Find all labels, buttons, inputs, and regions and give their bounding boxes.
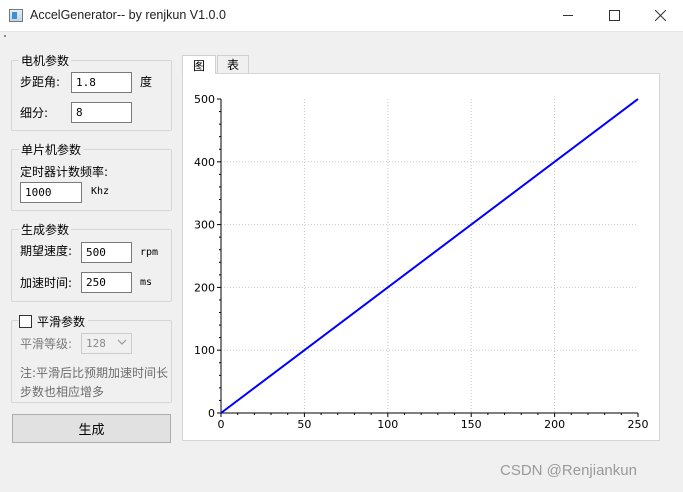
accel-time-input[interactable] [81,272,132,293]
gen-params-title: 生成参数 [19,221,72,238]
speed-input[interactable] [81,242,132,263]
close-button[interactable] [637,0,683,31]
step-angle-unit: 度 [140,75,153,89]
smooth-note-line2: 步数也相应增多 [20,385,105,399]
y-tick-label: 100 [194,344,215,357]
close-icon [654,10,666,21]
timer-freq-label: 定时器计数频率: [20,165,109,179]
x-tick-label: 250 [628,418,649,431]
y-tick-label: 400 [194,156,215,169]
x-tick-label: 100 [377,418,398,431]
app-icon [9,9,23,22]
x-tick-label: 0 [218,418,225,431]
accel-time-unit: ms [140,277,153,288]
x-tick-label: 200 [544,418,565,431]
minimize-button[interactable] [545,0,591,31]
smooth-level-value: 128 [86,337,106,350]
timer-freq-input[interactable] [20,182,82,203]
x-tick-label: 50 [297,418,311,431]
y-tick-label: 300 [194,219,215,232]
window-title: AccelGenerator-- by renjkun V1.0.0 [30,8,226,22]
timer-freq-unit: Khz [91,186,110,197]
minimize-icon [562,15,573,16]
smooth-params-title: 平滑参数 [37,315,86,329]
maximize-button[interactable] [591,0,637,31]
step-angle-input[interactable] [71,72,132,93]
title-bar: AccelGenerator-- by renjkun V1.0.0 [0,0,683,32]
chart: 0 50 100 150 200 250 0 100 200 300 400 500 [194,93,649,431]
smooth-checkbox[interactable] [19,315,32,328]
mcu-params-title: 单片机参数 [19,141,84,158]
watermark: CSDN @Renjiankun [500,462,637,479]
menu-bar-handle [4,35,6,37]
microstep-label: 细分: [20,106,49,120]
smooth-level-label: 平滑等级: [20,337,73,351]
tab-table[interactable]: 表 [217,55,249,73]
maximize-icon [608,10,620,21]
smooth-note-line1: 注:平滑后比预期加速时间长 [20,366,169,380]
speed-unit: rpm [140,247,159,258]
chart-pane: 0 50 100 150 200 250 0 100 200 300 400 500 [182,73,660,441]
smooth-level-select[interactable]: 128 [81,333,132,354]
y-tick-label: 0 [208,407,215,420]
x-tick-label: 150 [461,418,482,431]
tab-chart[interactable]: 图 [182,55,216,74]
microstep-input[interactable] [71,102,132,123]
accel-time-label: 加速时间: [20,276,73,290]
y-tick-label: 200 [194,281,215,294]
step-angle-label: 步距角: [20,75,61,89]
motor-params-title: 电机参数 [19,52,72,69]
chevron-down-icon [117,339,127,345]
generate-button[interactable]: 生成 [12,414,171,443]
smooth-toggle[interactable]: 平滑参数 [19,313,89,330]
speed-label: 期望速度: [20,244,73,258]
series-line [220,98,639,414]
y-tick-label: 500 [194,93,215,106]
